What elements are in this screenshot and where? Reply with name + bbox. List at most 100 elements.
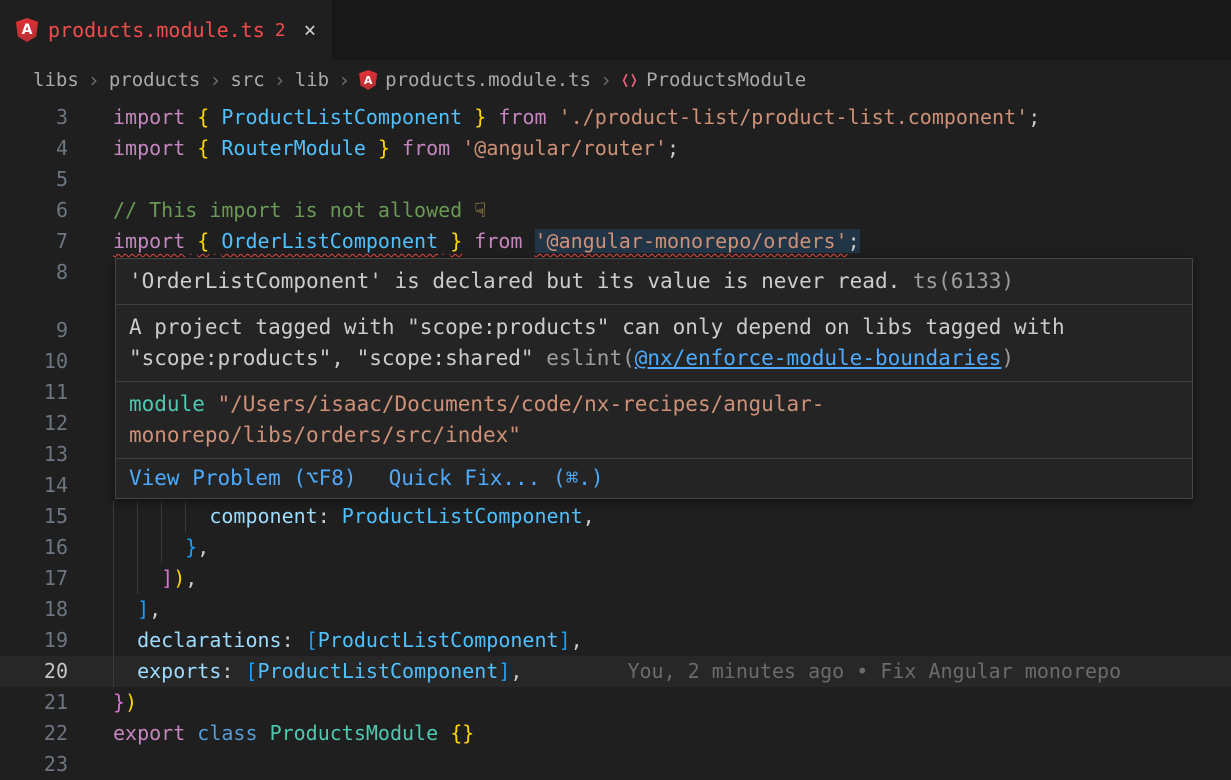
code-token: ☟ <box>474 198 486 222</box>
code-token: import <box>113 105 185 129</box>
code-line[interactable]: 23 <box>0 749 1231 780</box>
code-token <box>438 721 450 745</box>
eslint-rule-link[interactable]: @nx/enforce-module-boundaries <box>635 346 1002 370</box>
editor[interactable]: 3import { ProductListComponent } from '.… <box>0 100 1231 780</box>
code-token: './product-list/product-list.component' <box>559 105 1029 129</box>
code-token: ) <box>125 690 137 714</box>
breadcrumb-item-products[interactable]: products <box>109 69 201 91</box>
code-content: ], <box>113 594 1231 625</box>
code-token: ProductListComponent <box>318 628 559 652</box>
breadcrumb-item-src[interactable]: src <box>230 69 264 91</box>
line-number: 6 <box>0 195 68 226</box>
code-token: ; <box>848 229 860 253</box>
code-line[interactable]: 17 ]), <box>0 563 1231 594</box>
indent-guide <box>161 532 162 563</box>
code-line[interactable]: 19 declarations: [ProductListComponent], <box>0 625 1231 656</box>
breadcrumb-symbol-label: ProductsModule <box>646 69 806 91</box>
breadcrumb-item-libs[interactable]: libs <box>33 69 79 91</box>
code-token: ; <box>1028 105 1040 129</box>
code-token <box>209 105 221 129</box>
breadcrumb-item-symbol[interactable]: ProductsModule <box>621 69 806 91</box>
breadcrumb-item-file[interactable]: A products.module.ts <box>359 69 591 91</box>
indent-guide <box>113 594 114 625</box>
module-path: "/Users/isaac/Documents/code/nx-recipes/… <box>129 392 824 447</box>
code-token <box>185 229 197 253</box>
code-content: // This import is not allowed ☟ <box>113 195 1231 226</box>
chevron-right-icon: › <box>274 68 286 92</box>
code-line[interactable]: 20 exports: [ProductListComponent],You, … <box>0 656 1231 687</box>
code-token <box>366 136 378 160</box>
code-token <box>390 136 402 160</box>
code-token: '@angular-monorepo/orders' <box>535 229 848 253</box>
code-token <box>462 105 474 129</box>
code-token <box>185 721 197 745</box>
module-keyword: module <box>129 392 205 416</box>
code-token: {} <box>450 721 474 745</box>
tab-title: products.module.ts <box>48 18 265 42</box>
code-token <box>450 136 462 160</box>
code-token: ) <box>173 566 185 590</box>
code-token: : <box>221 659 245 683</box>
line-number: 19 <box>0 625 68 656</box>
line-number: 16 <box>0 532 68 563</box>
code-content <box>113 749 1231 780</box>
code-content: }) <box>113 687 1231 718</box>
code-token: { <box>197 105 209 129</box>
code-line[interactable]: 22export class ProductsModule {} <box>0 718 1231 749</box>
code-token: '@angular/router' <box>462 136 667 160</box>
code-token: from <box>498 105 546 129</box>
line-number: 7 <box>0 226 68 257</box>
code-token: { <box>197 229 209 253</box>
code-token <box>209 229 221 253</box>
diagnostic-eslint-message: A project tagged with "scope:products" c… <box>116 305 1192 381</box>
code-token: RouterModule <box>221 136 366 160</box>
line-number: 15 <box>0 501 68 532</box>
code-token: export <box>113 721 185 745</box>
code-content: import { RouterModule } from '@angular/r… <box>113 133 1231 164</box>
code-line[interactable]: 21}) <box>0 687 1231 718</box>
line-number: 10 <box>0 346 68 377</box>
code-line[interactable]: 4import { RouterModule } from '@angular/… <box>0 133 1231 164</box>
eslint-source-close: ) <box>1001 346 1014 370</box>
breadcrumb: libs › products › src › lib › A products… <box>0 60 1231 100</box>
close-icon[interactable]: × <box>304 18 317 42</box>
code-token: { <box>197 136 209 160</box>
code-token <box>438 229 450 253</box>
code-token <box>113 659 137 683</box>
code-token: declarations <box>137 628 282 652</box>
angular-icon-letter: A <box>22 23 33 37</box>
code-line[interactable]: 6 // This import is not allowed ☟ <box>0 195 1231 226</box>
code-content: import { ProductListComponent } from './… <box>113 102 1231 133</box>
line-number: 17 <box>0 563 68 594</box>
code-line[interactable]: 3import { ProductListComponent } from '.… <box>0 102 1231 133</box>
code-token: // This import is not allowed <box>113 198 474 222</box>
code-token: ] <box>161 566 173 590</box>
code-token <box>209 136 221 160</box>
view-problem-action[interactable]: View Problem (⌥F8) <box>129 463 357 494</box>
code-token: } <box>474 105 486 129</box>
code-content: import { OrderListComponent } from '@ang… <box>113 226 1231 257</box>
code-token: [ <box>306 628 318 652</box>
code-token <box>185 105 197 129</box>
hover-module-info: module "/Users/isaac/Documents/code/nx-r… <box>116 382 1192 458</box>
code-line[interactable]: 5 <box>0 164 1231 195</box>
indent-guide <box>185 501 186 532</box>
code-token: , <box>197 535 209 559</box>
code-line[interactable]: 16 }, <box>0 532 1231 563</box>
line-number: 12 <box>0 408 68 439</box>
line-number: 23 <box>0 749 68 780</box>
quick-fix-action[interactable]: Quick Fix... (⌘.) <box>389 463 604 494</box>
line-number: 8 <box>0 257 68 288</box>
code-token: : <box>282 628 306 652</box>
code-line[interactable]: 18 ], <box>0 594 1231 625</box>
line-number: 13 <box>0 439 68 470</box>
breadcrumb-item-lib[interactable]: lib <box>295 69 329 91</box>
chevron-right-icon: › <box>88 68 100 92</box>
code-line[interactable]: 15 component: ProductListComponent, <box>0 501 1231 532</box>
chevron-right-icon: › <box>209 68 221 92</box>
breadcrumb-file-label: products.module.ts <box>385 69 591 91</box>
code-token: , <box>185 566 197 590</box>
code-token: [ <box>245 659 257 683</box>
tab-products-module[interactable]: A products.module.ts 2 × <box>0 0 332 60</box>
code-line[interactable]: 7 import { OrderListComponent } from '@an… <box>0 226 1231 257</box>
